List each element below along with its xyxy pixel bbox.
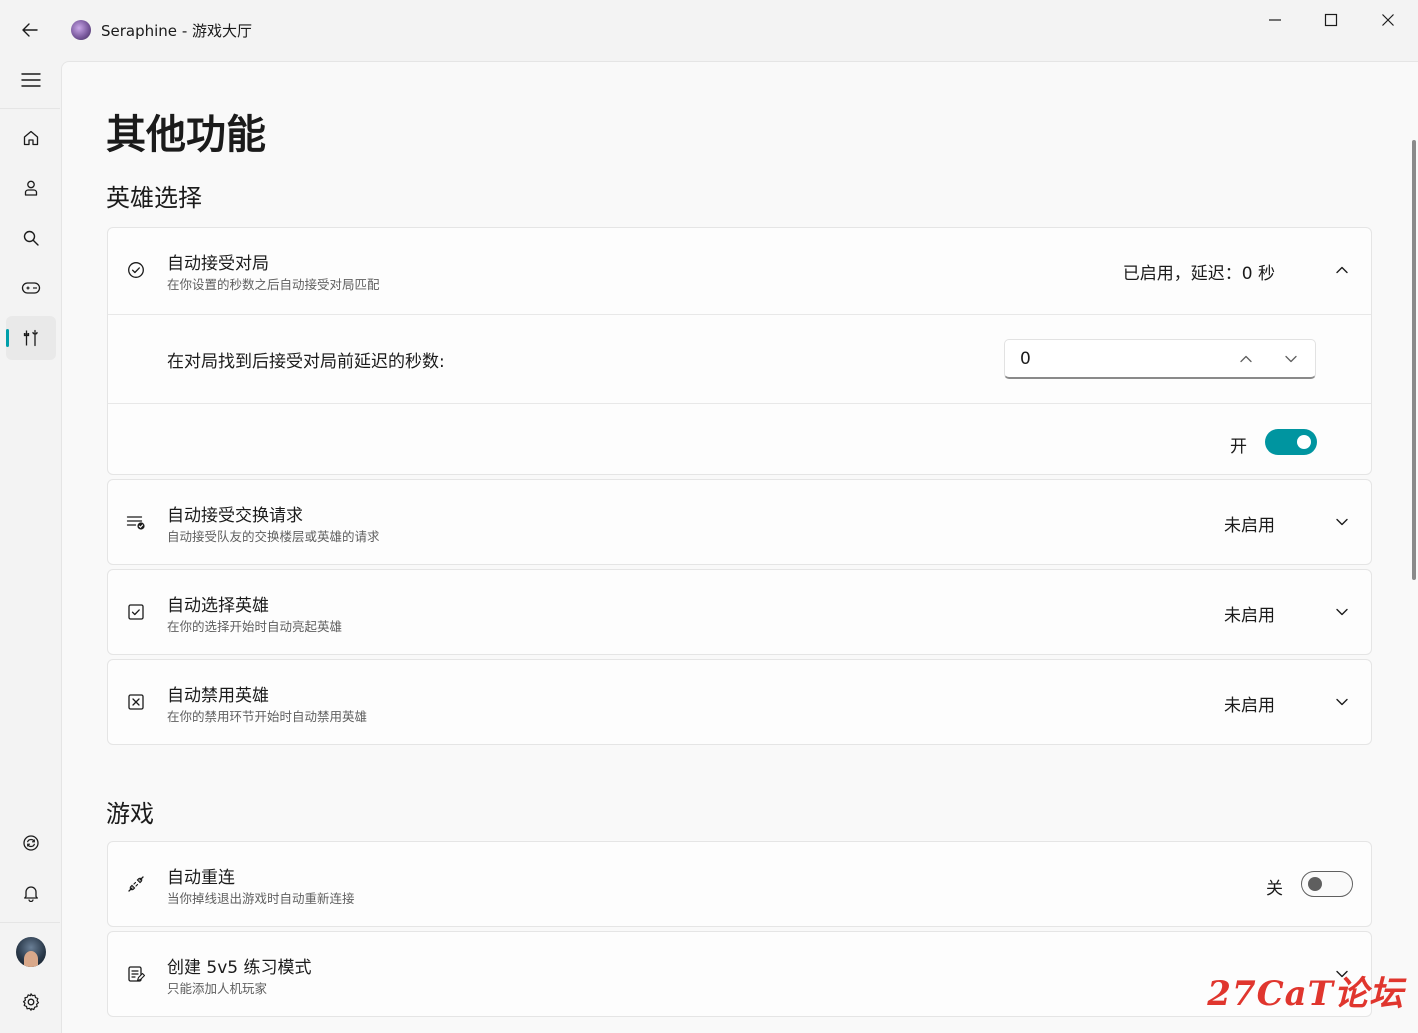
card-description: 当你掉线退出游戏时自动重新连接 <box>167 891 355 906</box>
card-auto-ban[interactable]: 自动禁用英雄 在你的禁用环节开始时自动禁用英雄 未启用 <box>107 659 1372 745</box>
vertical-scrollbar[interactable] <box>1412 140 1416 580</box>
checkbox-checked-icon <box>126 602 146 622</box>
card-auto-accept: 自动接受对局 在你设置的秒数之后自动接受对局匹配 已启用，延迟：0 秒 在对局找… <box>107 227 1372 475</box>
chevron-down-icon <box>1336 518 1348 526</box>
status-text: 未启用 <box>1224 696 1275 716</box>
card-auto-accept-header[interactable]: 自动接受对局 在你设置的秒数之后自动接受对局匹配 已启用，延迟：0 秒 <box>108 228 1371 314</box>
section-title-game: 游戏 <box>106 800 154 828</box>
collapse-button[interactable] <box>1327 255 1357 285</box>
nav-item-tools[interactable] <box>6 316 56 360</box>
expand-button[interactable] <box>1327 507 1357 537</box>
tools-icon <box>23 329 38 347</box>
nav-divider <box>0 922 60 923</box>
card-description: 在你的禁用环节开始时自动禁用英雄 <box>167 709 368 724</box>
delay-setting-row: 在对局找到后接受对局前延迟的秒数: 0 <box>108 314 1371 403</box>
nav-item-home[interactable] <box>6 116 56 160</box>
chevron-down-icon <box>1336 698 1348 706</box>
auto-accept-toggle[interactable] <box>1265 429 1317 455</box>
nav-item-settings[interactable] <box>6 980 56 1024</box>
chevron-up-icon <box>1240 355 1252 363</box>
hamburger-icon <box>21 73 41 87</box>
spin-up-button[interactable] <box>1230 345 1262 373</box>
card-practice-5v5[interactable]: 创建 5v5 练习模式 只能添加人机玩家 <box>107 931 1372 1017</box>
chevron-down-icon <box>1285 355 1297 363</box>
avatar[interactable] <box>16 937 46 967</box>
check-circle-icon <box>126 260 146 280</box>
app-window: Seraphine - 游戏大厅 其他功能 英雄选择 自动接受对局 在你设置的秒… <box>0 0 1418 1033</box>
home-icon <box>23 130 39 146</box>
person-icon <box>24 180 38 196</box>
toggle-knob <box>1308 877 1322 891</box>
list-check-icon <box>126 512 146 532</box>
maximize-button[interactable] <box>1302 0 1360 40</box>
card-title: 自动接受对局 <box>167 254 269 274</box>
card-description: 在你设置的秒数之后自动接受对局匹配 <box>167 277 380 292</box>
delay-value[interactable]: 0 <box>1020 349 1031 369</box>
enable-setting-row: 开 <box>108 403 1371 475</box>
minimize-icon <box>1269 19 1281 21</box>
delay-label: 在对局找到后接受对局前延迟的秒数: <box>167 352 445 372</box>
back-button[interactable] <box>10 12 50 48</box>
card-auto-swap[interactable]: 自动接受交换请求 自动接受队友的交换楼层或英雄的请求 未启用 <box>107 479 1372 565</box>
chevron-down-icon <box>1336 608 1348 616</box>
nav-item-sync[interactable] <box>6 821 56 865</box>
auto-reconnect-toggle[interactable] <box>1301 871 1353 897</box>
nav-item-profile[interactable] <box>6 166 56 210</box>
section-title-champion-select: 英雄选择 <box>106 184 202 212</box>
card-auto-reconnect: 自动重连 当你掉线退出游戏时自动重新连接 关 <box>107 841 1372 927</box>
card-description: 自动接受队友的交换楼层或英雄的请求 <box>167 529 380 544</box>
nav-item-notifications[interactable] <box>6 871 56 915</box>
delay-spinbox[interactable]: 0 <box>1004 339 1316 379</box>
chevron-up-icon <box>1336 266 1348 274</box>
gamepad-icon <box>21 282 41 294</box>
card-description: 在你的选择开始时自动亮起英雄 <box>167 619 343 634</box>
expand-button[interactable] <box>1327 597 1357 627</box>
spin-down-button[interactable] <box>1275 345 1307 373</box>
search-icon <box>23 230 39 246</box>
nav-divider <box>0 108 60 109</box>
close-icon <box>1382 14 1394 26</box>
note-edit-icon <box>126 964 146 984</box>
arrow-left-icon <box>22 23 38 37</box>
maximize-icon <box>1324 13 1338 27</box>
window-title: Seraphine - 游戏大厅 <box>101 22 253 40</box>
nav-item-game[interactable] <box>6 266 56 310</box>
app-logo <box>71 20 91 40</box>
card-title: 自动选择英雄 <box>167 596 269 616</box>
nav-selection-indicator <box>6 329 9 347</box>
content-panel: 其他功能 英雄选择 自动接受对局 在你设置的秒数之后自动接受对局匹配 已启用，延… <box>61 61 1418 1033</box>
bell-icon <box>24 886 38 902</box>
status-text: 未启用 <box>1224 516 1275 536</box>
plug-icon <box>126 874 146 894</box>
gear-icon <box>22 993 40 1011</box>
page-title: 其他功能 <box>106 112 266 158</box>
expand-button[interactable] <box>1327 687 1357 717</box>
toggle-knob <box>1297 435 1311 449</box>
status-text: 已启用，延迟：0 秒 <box>1122 264 1275 284</box>
toggle-state-label: 开 <box>1230 437 1247 457</box>
sync-icon <box>23 835 39 851</box>
card-auto-pick[interactable]: 自动选择英雄 在你的选择开始时自动亮起英雄 未启用 <box>107 569 1372 655</box>
watermark: 27CaT论坛 <box>1207 974 1404 1014</box>
card-title: 自动重连 <box>167 868 235 888</box>
card-title: 自动接受交换请求 <box>167 506 303 526</box>
card-description: 只能添加人机玩家 <box>167 981 268 996</box>
minimize-button[interactable] <box>1246 0 1304 40</box>
menu-toggle-button[interactable] <box>6 58 56 102</box>
toggle-state-label: 关 <box>1266 879 1283 899</box>
card-title: 创建 5v5 练习模式 <box>167 958 312 978</box>
title-bar: Seraphine - 游戏大厅 <box>0 0 1418 60</box>
card-title: 自动禁用英雄 <box>167 686 269 706</box>
status-text: 未启用 <box>1224 606 1275 626</box>
checkbox-x-icon <box>126 692 146 712</box>
close-button[interactable] <box>1359 0 1417 40</box>
nav-item-search[interactable] <box>6 216 56 260</box>
